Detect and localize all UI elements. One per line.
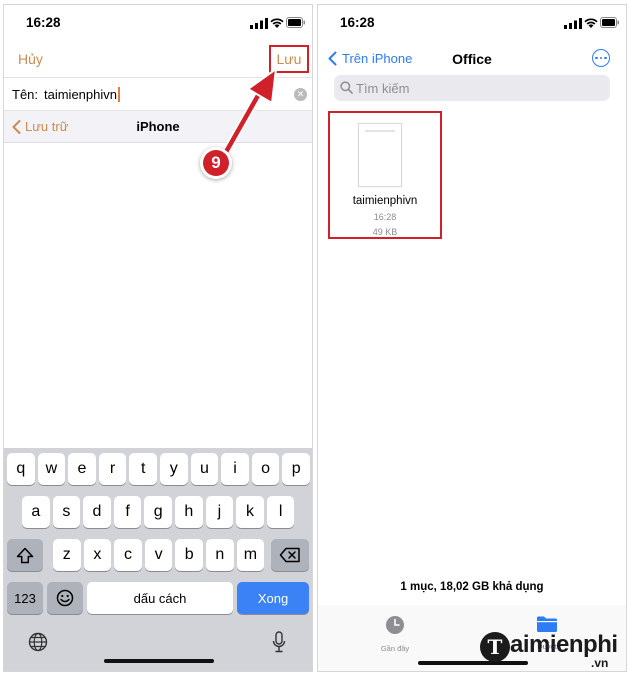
shift-key[interactable] [7,539,43,571]
search-field[interactable]: Tìm kiếm [334,75,610,101]
tab-recents-label: Gần đây [380,644,410,653]
keyboard: qwertyuiop asdfghjkl zxcvbnm 123 dấu các… [4,448,312,671]
file-name-input[interactable]: taimienphivn [44,87,120,102]
battery-icon [600,17,619,28]
status-bar: 16:28 [4,5,312,41]
text-caret [118,87,120,102]
status-time: 16:28 [340,15,375,30]
search-placeholder: Tìm kiếm [356,81,410,96]
watermark-logo: T [480,632,510,662]
key-v[interactable]: v [144,539,173,571]
done-key[interactable]: Xong [237,582,309,614]
key-b[interactable]: b [175,539,203,571]
left-phone-screen: 16:28 Hủy Lưu Tên: taimienphivn ✕ Lưu tr… [3,4,313,672]
key-a[interactable]: a [22,496,50,528]
emoji-key[interactable] [47,582,83,614]
cellular-signal-icon [250,18,268,29]
microphone-icon[interactable] [272,631,286,653]
home-indicator [104,659,214,663]
globe-icon[interactable] [28,632,48,652]
status-bar: 16:28 [318,5,626,41]
folder-title: Office [452,51,492,67]
storage-info: 1 mục, 18,02 GB khả dụng [400,581,544,593]
key-i[interactable]: i [221,453,249,485]
key-m[interactable]: m [236,539,265,571]
key-r[interactable]: r [98,453,127,485]
key-f[interactable]: f [113,496,142,528]
key-w[interactable]: w [37,453,66,485]
key-n[interactable]: n [206,539,234,571]
file-size: 49 KB [372,227,398,237]
space-key[interactable]: dấu cách [87,582,233,614]
wifi-icon [270,18,284,28]
key-e[interactable]: e [68,453,96,485]
key-s[interactable]: s [52,496,81,528]
step-number-badge: 9 [200,147,232,179]
key-g[interactable]: g [144,496,172,528]
key-p[interactable]: p [282,453,310,485]
file-name: taimienphivn [352,195,418,207]
emoji-icon [56,589,74,607]
step-number: 9 [203,150,229,176]
key-u[interactable]: u [190,453,219,485]
document-thumbnail [358,123,402,187]
watermark-text: aimienphi [510,631,618,658]
key-x[interactable]: x [83,539,112,571]
files-nav-bar: Trên iPhone Office [318,41,626,75]
backspace-icon [279,547,300,563]
more-options-icon[interactable] [592,49,610,67]
clock-icon [386,616,404,634]
battery-icon [286,17,305,28]
status-time: 16:28 [26,15,61,30]
key-o[interactable]: o [251,453,280,485]
shift-icon [16,547,34,563]
tab-recents[interactable]: Gần đây [360,615,430,656]
cellular-signal-icon [564,18,582,29]
file-time: 16:28 [373,212,397,222]
wifi-icon [584,18,598,28]
key-h[interactable]: h [175,496,203,528]
cancel-button[interactable]: Hủy [18,51,43,67]
file-name-value: taimienphivn [44,87,117,102]
key-q[interactable]: q [7,453,35,485]
watermark-domain: .vn [591,656,609,670]
search-icon [340,81,353,94]
file-item[interactable]: taimienphivn 16:28 49 KB [328,111,442,239]
key-z[interactable]: z [53,539,81,571]
key-j[interactable]: j [205,496,234,528]
key-t[interactable]: t [129,453,157,485]
key-k[interactable]: k [236,496,264,528]
key-y[interactable]: y [160,453,188,485]
taimienphi-watermark: T aimienphi .vn [480,628,630,672]
red-arrow-icon [218,68,277,163]
key-c[interactable]: c [114,539,142,571]
right-phone-screen: 16:28 Trên iPhone Office Tìm kiếm taimie… [317,4,627,672]
key-l[interactable]: l [266,496,295,528]
file-name-label: Tên: [12,87,39,102]
numbers-key[interactable]: 123 [7,582,43,614]
key-d[interactable]: d [83,496,111,528]
delete-key[interactable] [271,539,309,571]
